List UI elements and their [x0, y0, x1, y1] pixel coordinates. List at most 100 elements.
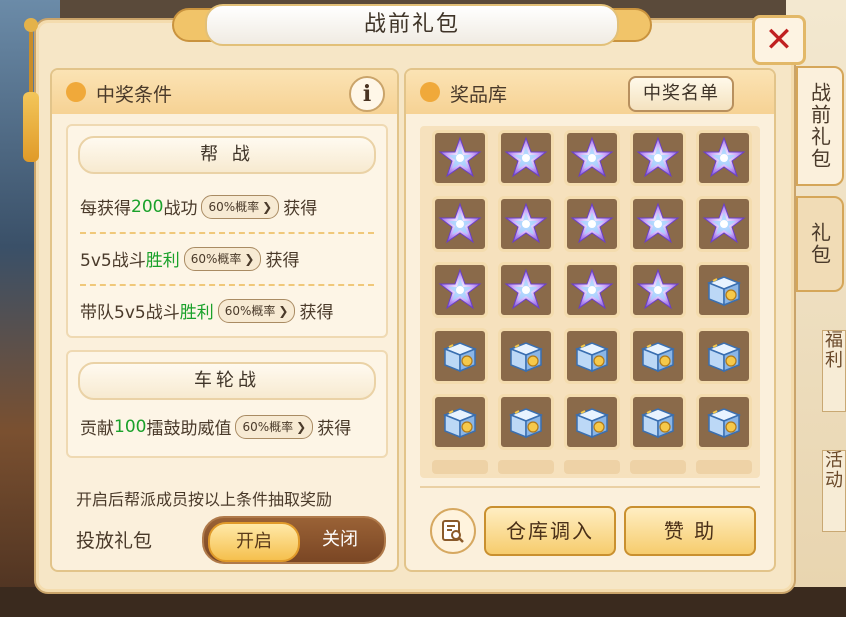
search-button[interactable] [430, 508, 476, 554]
star-crystal-icon [702, 202, 746, 244]
prize-row-partial [630, 460, 686, 474]
treasure-chest-icon [706, 276, 742, 307]
treasure-chest-icon [508, 408, 544, 439]
prize-item-treasure-chest[interactable] [432, 394, 488, 450]
star-crystal-icon [636, 202, 680, 244]
gift-toggle-label: 投放礼包 [76, 530, 153, 552]
prize-item-star-crystal[interactable] [630, 196, 686, 252]
probability-pill[interactable]: 60%概率 ❯ [217, 298, 296, 323]
condition-text: 获得 [283, 199, 318, 219]
prize-row-partial [498, 460, 554, 474]
condition-text: 获得 [299, 303, 334, 323]
prize-item-star-crystal[interactable] [498, 262, 554, 318]
treasure-chest-icon [442, 408, 478, 439]
prize-item-treasure-chest[interactable] [630, 328, 686, 384]
wheel-battle-heading-text: 车轮战 [194, 370, 260, 391]
probability-pill[interactable]: 60%概率 ❯ [183, 246, 262, 271]
close-icon: ✕ [764, 20, 794, 60]
guild-war-card: 帮 战 每获得 200 战功 60%概率 ❯ 获得 5v5战斗 胜利 60%概率 ❯ 获得… [66, 124, 388, 338]
warehouse-import-label: 仓库调入 [506, 519, 594, 543]
toggle-off-label: 关闭 [322, 529, 358, 550]
condition-text: 获得 [317, 419, 352, 439]
prize-item-treasure-chest[interactable] [696, 262, 752, 318]
condition-highlight: 100 [114, 416, 147, 437]
prize-item-star-crystal[interactable] [564, 262, 620, 318]
star-crystal-icon [636, 268, 680, 310]
winners-list-button[interactable]: 中奖名单 [628, 76, 734, 112]
prize-item-star-crystal[interactable] [564, 196, 620, 252]
prize-item-treasure-chest[interactable] [696, 394, 752, 450]
prize-row-partial [432, 460, 488, 474]
star-crystal-icon [570, 268, 614, 310]
prize-item-treasure-chest[interactable] [696, 328, 752, 384]
close-button[interactable]: ✕ [752, 15, 806, 65]
condition-highlight: 胜利 [179, 303, 214, 323]
prize-item-treasure-chest[interactable] [432, 328, 488, 384]
conditions-header: 中奖条件 i [52, 70, 397, 114]
condition-highlight: 胜利 [145, 251, 180, 271]
probability-text: 60%概率 [224, 304, 276, 318]
chevron-right-icon: ❯ [244, 251, 255, 266]
cloud-icon [66, 82, 86, 102]
prize-item-star-crystal[interactable] [696, 130, 752, 186]
toggle-on-option[interactable]: 开启 [208, 522, 300, 562]
star-crystal-icon [438, 202, 482, 244]
prize-item-star-crystal[interactable] [498, 130, 554, 186]
treasure-chest-icon [706, 342, 742, 373]
condition-text: 带队5v5战斗 [80, 303, 180, 323]
toggle-off-option[interactable]: 关闭 [300, 522, 380, 558]
probability-pill[interactable]: 60%概率 ❯ [235, 414, 314, 439]
treasure-chest-icon [574, 342, 610, 373]
gift-toggle[interactable]: 开启 关闭 [202, 516, 386, 564]
guild-war-heading: 帮 战 [78, 136, 376, 174]
prize-item-star-crystal[interactable] [432, 262, 488, 318]
star-crystal-icon [438, 268, 482, 310]
star-crystal-icon [504, 202, 548, 244]
probability-text: 60%概率 [208, 200, 260, 214]
prize-panel: 奖品库 中奖名单 仓库调入 赞 助 [404, 68, 776, 572]
star-crystal-icon [570, 202, 614, 244]
prize-item-treasure-chest[interactable] [498, 394, 554, 450]
star-crystal-icon [438, 136, 482, 178]
info-button[interactable]: i [349, 76, 385, 112]
dashed-divider [80, 232, 374, 234]
prize-grid[interactable] [420, 126, 760, 478]
draw-rule-note: 开启后帮派成员按以上条件抽取奖励 [76, 490, 333, 509]
prize-item-treasure-chest[interactable] [564, 328, 620, 384]
background-side-text-2: 活动 [822, 450, 846, 532]
winners-list-label: 中奖名单 [643, 83, 719, 104]
star-crystal-icon [504, 268, 548, 310]
prize-item-treasure-chest[interactable] [630, 394, 686, 450]
warehouse-import-button[interactable]: 仓库调入 [484, 506, 616, 556]
treasure-chest-icon [706, 408, 742, 439]
treasure-chest-icon [574, 408, 610, 439]
prize-divider [420, 486, 760, 488]
prize-item-treasure-chest[interactable] [564, 394, 620, 450]
condition-highlight: 200 [131, 196, 164, 217]
chevron-right-icon: ❯ [262, 199, 273, 214]
tab-pre-battle-gift[interactable]: 战前礼包 [796, 66, 844, 186]
condition-row: 贡献 100 擂鼓助威值 60%概率 ❯ 获得 [80, 414, 351, 439]
prize-item-star-crystal[interactable] [564, 130, 620, 186]
treasure-chest-icon [640, 408, 676, 439]
tab-gift[interactable]: 礼包 [796, 196, 844, 292]
condition-text: 战功 [163, 199, 198, 219]
treasure-chest-icon [640, 342, 676, 373]
prize-item-treasure-chest[interactable] [498, 328, 554, 384]
tab-gift-label: 礼包 [807, 222, 832, 266]
condition-text: 获得 [265, 251, 300, 271]
prize-item-star-crystal[interactable] [432, 130, 488, 186]
dialog-title: 战前礼包 [363, 12, 460, 37]
prize-title: 奖品库 [450, 84, 508, 106]
probability-pill[interactable]: 60%概率 ❯ [201, 194, 280, 219]
prize-header: 奖品库 中奖名单 [406, 70, 774, 114]
sponsor-button[interactable]: 赞 助 [624, 506, 756, 556]
prize-item-star-crystal[interactable] [630, 130, 686, 186]
star-crystal-icon [570, 136, 614, 178]
prize-item-star-crystal[interactable] [432, 196, 488, 252]
condition-text: 贡献 [80, 419, 114, 439]
prize-item-star-crystal[interactable] [498, 196, 554, 252]
prize-item-star-crystal[interactable] [630, 262, 686, 318]
treasure-chest-icon [442, 342, 478, 373]
prize-item-star-crystal[interactable] [696, 196, 752, 252]
